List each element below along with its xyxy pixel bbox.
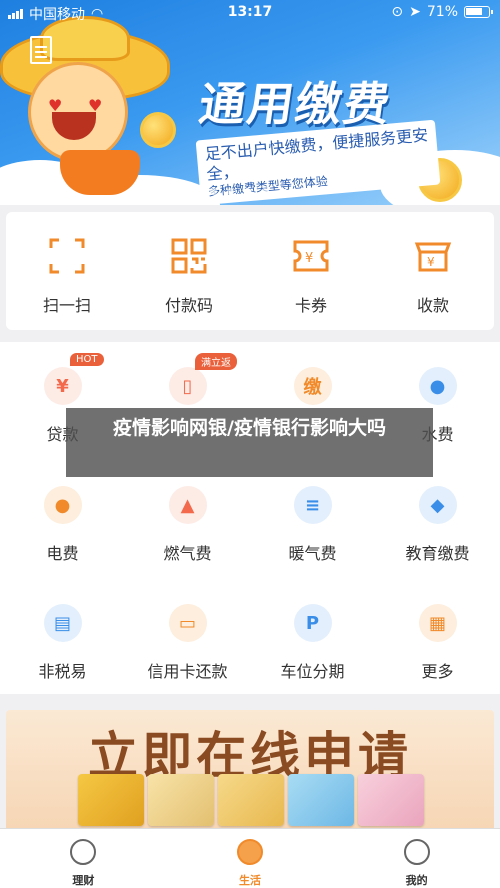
loan-icon: ¥ bbox=[43, 367, 82, 405]
overlay-caption: 疫情影响网银/疫情银行影响大吗 bbox=[66, 408, 433, 477]
money-bag-icon bbox=[70, 839, 97, 865]
battery-icon bbox=[464, 6, 493, 18]
service-education[interactable]: ◆ 教育缴费 bbox=[375, 486, 500, 564]
banner-title: 通用缴费 bbox=[195, 77, 396, 131]
quick-action-label: 卡券 bbox=[294, 296, 327, 315]
service-credit-card[interactable]: ▭ 信用卡还款 bbox=[125, 604, 250, 682]
service-name: 电费 bbox=[46, 544, 79, 563]
bulb-icon: ● bbox=[43, 486, 82, 524]
document-icon[interactable] bbox=[30, 36, 52, 64]
credit-card-image bbox=[218, 774, 284, 826]
location-icon: ➤ bbox=[409, 4, 421, 20]
grid-more-icon: ▦ bbox=[418, 604, 457, 642]
credit-card-image bbox=[148, 774, 214, 826]
orientation-lock-icon: ⊙ bbox=[391, 4, 404, 20]
service-name: 车位分期 bbox=[280, 662, 345, 681]
cashback-badge: 满立返 bbox=[195, 353, 237, 370]
qrcode-icon bbox=[167, 234, 211, 278]
hot-badge: HOT bbox=[70, 353, 104, 366]
shop-icon: ¥ bbox=[411, 234, 455, 278]
user-icon bbox=[403, 839, 430, 865]
service-gas[interactable]: ▲ 燃气费 bbox=[125, 486, 250, 564]
quick-action-coupons[interactable]: ¥ 卡券 bbox=[250, 212, 372, 330]
credit-card-image bbox=[288, 774, 354, 826]
service-heating[interactable]: ≡ 暖气费 bbox=[250, 486, 375, 564]
phone-recharge-icon: ▯ bbox=[168, 367, 207, 405]
flame-icon: ▲ bbox=[168, 486, 207, 524]
service-parking[interactable]: P 车位分期 bbox=[250, 604, 375, 682]
service-name: 教育缴费 bbox=[405, 544, 470, 563]
credit-card-image bbox=[78, 774, 144, 826]
coupon-icon: ¥ bbox=[289, 234, 333, 278]
quick-action-receive[interactable]: ¥ 收款 bbox=[372, 212, 494, 330]
service-name: 更多 bbox=[421, 662, 454, 681]
service-nontax[interactable]: ▤ 非税易 bbox=[0, 604, 125, 682]
graduation-cap-icon: ◆ bbox=[418, 486, 457, 524]
quick-action-label: 收款 bbox=[416, 296, 449, 315]
parking-icon: P bbox=[293, 604, 332, 642]
carousel-dots[interactable] bbox=[210, 188, 268, 195]
carousel-dot[interactable] bbox=[210, 188, 217, 195]
tax-coin-icon: 缴 bbox=[293, 367, 332, 405]
bottom-tab-bar: 理财 生活 我的 bbox=[0, 828, 500, 888]
tab-finance[interactable]: 理财 bbox=[0, 829, 167, 888]
tab-life[interactable]: 生活 bbox=[167, 829, 334, 888]
mascot-scarf bbox=[60, 150, 140, 195]
service-name: 信用卡还款 bbox=[147, 662, 228, 681]
svg-text:¥: ¥ bbox=[305, 251, 313, 266]
services-grid: ¥ HOT 贷款 ▯ 满立返 缴 ● 水费 ● 电费 ▲ 燃气费 ≡ 暖气费 ◆… bbox=[0, 342, 500, 694]
quick-action-paycode[interactable]: 付款码 bbox=[128, 212, 250, 330]
svg-text:¥: ¥ bbox=[427, 255, 435, 269]
tab-label: 生活 bbox=[239, 874, 261, 887]
quick-actions: 扫一扫 付款码 ¥ 卡券 ¥ 收款 bbox=[6, 212, 494, 330]
heater-icon: ≡ bbox=[293, 486, 332, 524]
service-name: 燃气费 bbox=[163, 544, 212, 563]
service-name: 非税易 bbox=[38, 662, 87, 681]
service-more[interactable]: ▦ 更多 bbox=[375, 604, 500, 682]
quick-action-label: 扫一扫 bbox=[42, 296, 91, 315]
credit-card-image bbox=[358, 774, 424, 826]
service-name: 暖气费 bbox=[288, 544, 337, 563]
service-electricity[interactable]: ● 电费 bbox=[0, 486, 125, 564]
battery-percent: 71% bbox=[426, 4, 458, 20]
tax-doc-icon: ▤ bbox=[43, 604, 82, 642]
life-coin-icon bbox=[237, 839, 263, 865]
tab-label: 理财 bbox=[72, 874, 95, 887]
quick-action-scan[interactable]: 扫一扫 bbox=[6, 212, 128, 330]
carousel-dot-active[interactable] bbox=[244, 188, 251, 195]
coin-icon bbox=[140, 112, 176, 148]
water-drop-icon: ● bbox=[418, 367, 457, 405]
credit-card-icon: ▭ bbox=[168, 604, 207, 642]
carousel-dot[interactable] bbox=[261, 188, 268, 195]
promo-banner[interactable]: 立即在线申请 bbox=[6, 710, 494, 835]
scan-icon bbox=[45, 234, 89, 278]
quick-action-label: 付款码 bbox=[164, 296, 213, 315]
tab-label: 我的 bbox=[405, 874, 428, 887]
carousel-dot[interactable] bbox=[227, 188, 234, 195]
banner-carousel[interactable]: ♥ ♥ 通用缴费 足不出户快缴费，便捷服务更安全， 多种缴费类型等您体验 bbox=[0, 0, 500, 205]
tab-mine[interactable]: 我的 bbox=[333, 829, 500, 888]
status-bar: 中国移动 ◠ 13:17 ⊙ ➤ 71% bbox=[0, 0, 500, 28]
